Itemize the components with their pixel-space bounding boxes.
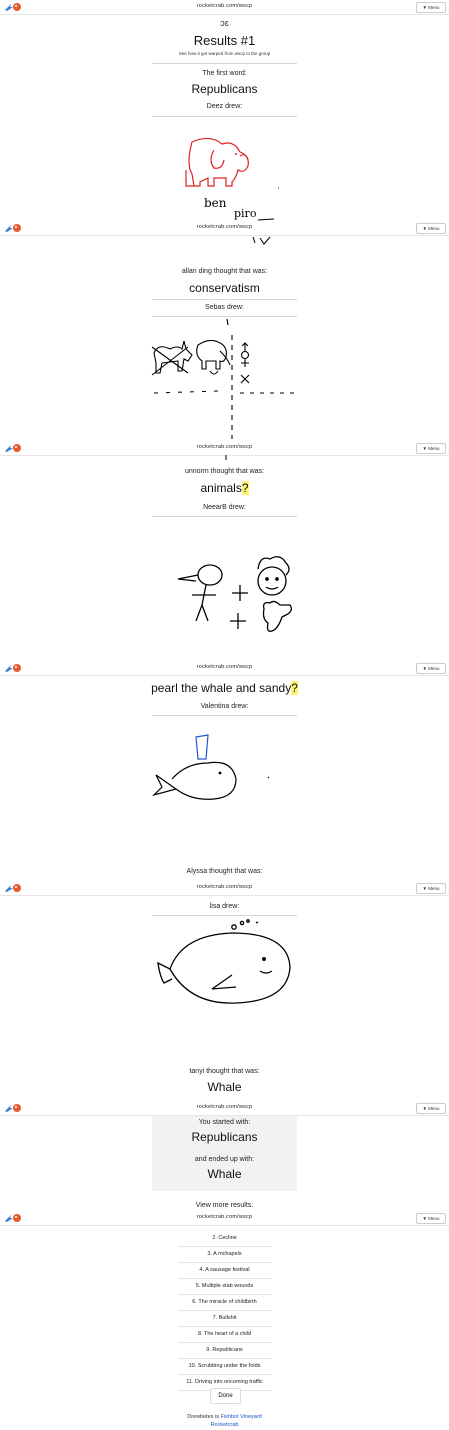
top-bar: rocketcrab.com/wscp ▼ Menu bbox=[0, 441, 449, 456]
elephant-drawing: ben piro bbox=[185, 137, 279, 221]
screen-panel-5: rocketcrab.com/wscp ▼ Menu lisa drew: ta… bbox=[0, 881, 449, 1101]
footer-prefix: Drewbetes is bbox=[187, 1414, 221, 1420]
result-link[interactable]: 8. The heart of a child bbox=[178, 1327, 271, 1343]
thought-text: animals bbox=[200, 481, 242, 495]
results-subtitle: See how it got warped from wscp to the g… bbox=[178, 51, 271, 56]
divider bbox=[152, 316, 297, 317]
thought-label: tanyi thought that was: bbox=[189, 1068, 260, 1075]
divider bbox=[152, 715, 297, 716]
thought-word: animals? bbox=[0, 481, 449, 495]
done-button[interactable]: Done bbox=[210, 1388, 241, 1404]
url-text: rocketcrab.com/wscp bbox=[196, 1214, 253, 1220]
more-results-list: 2. Cecline 3. A mchapels 4. A sausage fe… bbox=[178, 1231, 271, 1391]
more-results-label: View more results: bbox=[195, 1202, 254, 1209]
rocketcrab-link[interactable]: Rocketcrab bbox=[211, 1422, 239, 1428]
divider bbox=[152, 299, 297, 300]
drew-label: Valentina drew: bbox=[200, 703, 249, 710]
screen-panel-3: rocketcrab.com/wscp ▼ Menu unnorm though… bbox=[0, 441, 449, 661]
screen-panel-2: rocketcrab.com/wscp ▼ Menu allan ding th… bbox=[0, 221, 449, 441]
piro-text: piro bbox=[234, 207, 257, 220]
thought-text: pearl the whale and sandy bbox=[151, 681, 292, 695]
menu-button[interactable]: ▼ Menu bbox=[416, 223, 446, 234]
divider bbox=[152, 63, 297, 64]
url-text: rocketcrab.com/wscp bbox=[196, 664, 253, 670]
ended-word: Whale bbox=[207, 1167, 242, 1181]
screen-panel-4: rocketcrab.com/wscp ▼ Menu pearl the wha… bbox=[0, 661, 449, 881]
url-text: rocketcrab.com/wscp bbox=[196, 3, 253, 9]
top-bar: rocketcrab.com/wscp ▼ Menu bbox=[0, 661, 449, 676]
screen-panel-6: rocketcrab.com/wscp ▼ Menu You started w… bbox=[0, 1101, 449, 1211]
result-link[interactable]: 3. A mchapels bbox=[178, 1247, 271, 1263]
top-bar: rocketcrab.com/wscp ▼ Menu bbox=[0, 0, 449, 15]
url-text: rocketcrab.com/wscp bbox=[196, 1104, 253, 1110]
drawing-fragment bbox=[225, 455, 227, 460]
menu-button[interactable]: ▼ Menu bbox=[416, 1213, 446, 1224]
highlight-mark: ? bbox=[291, 681, 298, 695]
menu-button[interactable]: ▼ Menu bbox=[416, 883, 446, 894]
drew-label: Sebas drew: bbox=[205, 304, 244, 311]
result-link[interactable]: 5. Multiple stab wounds bbox=[178, 1279, 271, 1295]
drew-label: NeearB drew: bbox=[203, 504, 246, 511]
footer-line-1: Drewbetes is Fishbot Vineyard bbox=[0, 1414, 449, 1420]
summary-box: You started with: Republicans and ended … bbox=[152, 1116, 297, 1191]
thought-label: Alyssa thought that was: bbox=[186, 868, 263, 875]
menu-button[interactable]: ▼ Menu bbox=[416, 443, 446, 454]
thought-word: Whale bbox=[207, 1080, 242, 1094]
ended-label: and ended up with: bbox=[194, 1156, 255, 1163]
result-link[interactable]: 10. Scrubbing under the folds bbox=[178, 1359, 271, 1375]
animals-drawing bbox=[151, 318, 294, 439]
people-drawing bbox=[177, 556, 292, 632]
result-link[interactable]: 4. A sausage festival bbox=[178, 1263, 271, 1279]
ben-text: ben bbox=[204, 196, 227, 210]
footer-line-2: Rocketcrab bbox=[0, 1422, 449, 1428]
whale-drawing bbox=[151, 734, 270, 800]
results-title: Results #1 bbox=[193, 33, 256, 48]
divider bbox=[152, 915, 297, 916]
first-word-label: The first word: bbox=[202, 70, 247, 77]
thought-label: allan ding thought that was: bbox=[181, 268, 268, 275]
started-word: Republicans bbox=[191, 1130, 258, 1144]
top-fragment: ɔɛ bbox=[220, 18, 229, 28]
drew-label: lisa drew: bbox=[209, 903, 240, 910]
top-bar: rocketcrab.com/wscp ▼ Menu bbox=[0, 881, 449, 896]
screen-panel-7: rocketcrab.com/wscp ▼ Menu 2. Cecline 3.… bbox=[0, 1211, 449, 1430]
footer-author-link[interactable]: Fishbot Vineyard bbox=[221, 1414, 262, 1420]
result-link[interactable]: 7. Bullshit bbox=[178, 1311, 271, 1327]
result-link[interactable]: 9. Republicans bbox=[178, 1343, 271, 1359]
url-text: rocketcrab.com/wscp bbox=[196, 224, 253, 230]
menu-button[interactable]: ▼ Menu bbox=[416, 1103, 446, 1114]
drawing-fragment bbox=[252, 236, 271, 245]
thought-word: pearl the whale and sandy? bbox=[0, 681, 449, 695]
divider bbox=[152, 116, 297, 117]
url-text: rocketcrab.com/wscp bbox=[196, 444, 253, 450]
result-link[interactable]: 6. The miracle of childbirth bbox=[178, 1295, 271, 1311]
first-word: Republicans bbox=[191, 82, 258, 96]
thought-word: conservatism bbox=[189, 281, 260, 295]
result-link[interactable]: 2. Cecline bbox=[178, 1231, 271, 1247]
divider bbox=[152, 516, 297, 517]
highlight-mark: ? bbox=[241, 481, 249, 495]
top-bar: rocketcrab.com/wscp ▼ Menu bbox=[0, 1211, 449, 1226]
top-bar: rocketcrab.com/wscp ▼ Menu bbox=[0, 1101, 449, 1116]
url-text: rocketcrab.com/wscp bbox=[196, 884, 253, 890]
menu-button[interactable]: ▼ Menu bbox=[416, 2, 446, 13]
menu-button[interactable]: ▼ Menu bbox=[416, 663, 446, 674]
screen-panel-1: rocketcrab.com/wscp ▼ Menu ɔɛ Results #1… bbox=[0, 0, 449, 221]
top-bar: rocketcrab.com/wscp ▼ Menu bbox=[0, 221, 449, 236]
started-label: You started with: bbox=[198, 1119, 251, 1126]
big-whale-drawing bbox=[157, 919, 291, 1004]
drew-label: Deez drew: bbox=[206, 103, 243, 110]
thought-label: unnorm thought that was: bbox=[185, 468, 264, 475]
